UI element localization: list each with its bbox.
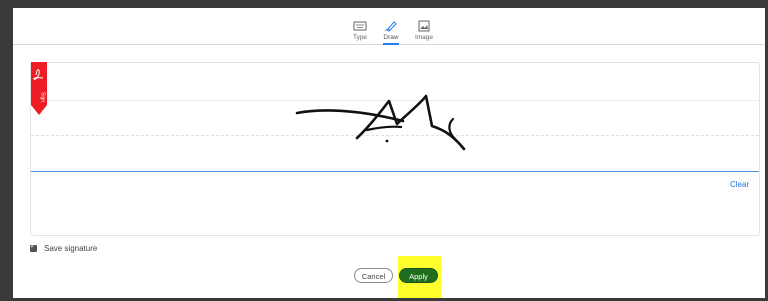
active-tab-indicator [383,43,399,45]
apply-button[interactable]: Apply [399,268,438,283]
signature-dialog: Type Draw Image Clear Sign ✓ Save signat… [13,8,765,298]
tab-image-label: Image [414,34,434,41]
image-icon [418,20,430,32]
sign-here-tag: Sign [31,62,47,115]
save-signature-label: Save signature [44,244,98,253]
pen-icon [384,21,397,32]
drawn-signature [295,94,466,151]
tab-bar: Type Draw Image [13,8,765,45]
keyboard-icon [353,21,367,31]
cancel-button[interactable]: Cancel [354,268,393,283]
sign-tag-label: Sign [40,92,46,102]
signature-canvas[interactable]: Clear [30,62,760,236]
tab-image[interactable]: Image [404,20,444,44]
window-frame-top [0,0,768,8]
window-frame-left [0,0,13,301]
save-signature-checkbox[interactable]: ✓ [30,243,37,252]
